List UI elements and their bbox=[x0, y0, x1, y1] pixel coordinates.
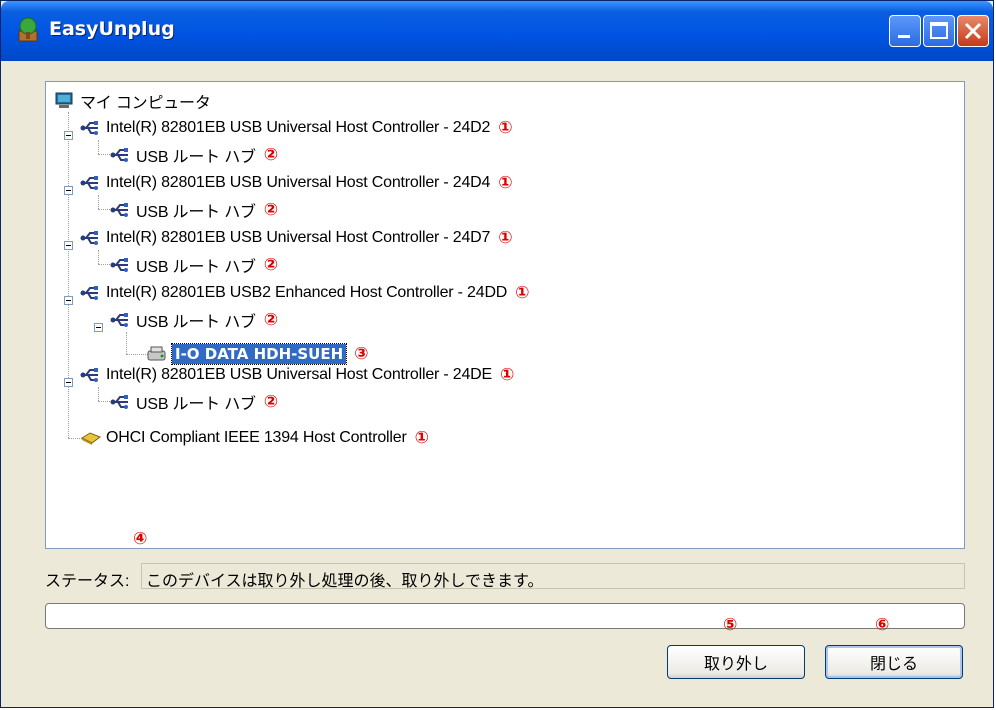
usb-icon bbox=[110, 148, 128, 162]
maximize-button[interactable] bbox=[923, 15, 955, 47]
status-text: このデバイスは取り外し処理の後、取り外しできます。 bbox=[141, 563, 965, 590]
tree-connector bbox=[126, 354, 148, 355]
computer-icon bbox=[55, 92, 73, 108]
tree-item-root-hub[interactable]: USB ルート ハブ ② bbox=[110, 389, 278, 415]
remove-button[interactable]: 取り外し bbox=[667, 645, 805, 679]
tree-item-root-hub[interactable]: USB ルート ハブ ② bbox=[110, 252, 278, 278]
usb-icon bbox=[80, 286, 98, 300]
callout-marker: ② bbox=[263, 392, 279, 412]
window-title: EasyUnplug bbox=[49, 18, 175, 40]
title-bar[interactable]: EasyUnplug bbox=[1, 1, 993, 61]
collapse-toggle[interactable] bbox=[64, 186, 73, 195]
close-icon bbox=[964, 22, 982, 40]
tree-item-label: マイ コンピュータ bbox=[80, 95, 211, 112]
usb-icon bbox=[110, 313, 128, 327]
callout-marker: ② bbox=[263, 200, 279, 220]
tree-item-host-controller[interactable]: Intel(R) 82801EB USB Universal Host Cont… bbox=[80, 362, 514, 388]
callout-marker: ③ bbox=[354, 344, 369, 364]
tree-item-root-hub[interactable]: USB ルート ハブ ② bbox=[110, 142, 278, 168]
usb-icon bbox=[110, 258, 128, 272]
device-tree[interactable]: マイ コンピュータ Intel(R) 82801EB USB Universal… bbox=[45, 81, 965, 549]
collapse-toggle[interactable] bbox=[94, 323, 103, 332]
tree-item-label: I-O DATA HDH-SUEH bbox=[170, 343, 348, 365]
callout-marker: ① bbox=[498, 118, 513, 138]
collapse-toggle[interactable] bbox=[64, 131, 73, 140]
callout-marker: ⑥ bbox=[875, 615, 890, 635]
easyunplug-window: EasyUnplug マイ コンピュータ Intel(R) 82801EB US… bbox=[0, 0, 994, 708]
tree-item-label: Intel(R) 82801EB USB Universal Host Cont… bbox=[106, 174, 491, 191]
tree-item-host-controller[interactable]: Intel(R) 82801EB USB Universal Host Cont… bbox=[80, 170, 513, 196]
callout-marker: ② bbox=[263, 255, 279, 275]
maximize-icon bbox=[930, 22, 948, 39]
usb-icon bbox=[80, 121, 98, 135]
remove-button-label: 取り外し bbox=[703, 656, 768, 673]
callout-marker: ① bbox=[414, 428, 429, 448]
tree-item-root-hub[interactable]: USB ルート ハブ ② bbox=[110, 307, 278, 333]
tree-item-label: USB ルート ハブ bbox=[136, 396, 256, 413]
tree-item-host-controller[interactable]: Intel(R) 82801EB USB Universal Host Cont… bbox=[80, 225, 513, 251]
usb-icon bbox=[110, 395, 128, 409]
callout-marker: ① bbox=[515, 283, 530, 303]
tree-root-my-computer[interactable]: マイ コンピュータ bbox=[54, 88, 211, 114]
close-button-label: 閉じる bbox=[869, 656, 918, 673]
tree-item-label: Intel(R) 82801EB USB Universal Host Cont… bbox=[106, 119, 491, 136]
close-window-button[interactable] bbox=[957, 15, 989, 47]
tree-item-label: USB ルート ハブ bbox=[136, 204, 256, 221]
collapse-toggle[interactable] bbox=[64, 296, 73, 305]
usb-icon bbox=[110, 203, 128, 217]
tree-connector bbox=[98, 140, 99, 154]
callout-marker: ① bbox=[498, 173, 513, 193]
tree-connector bbox=[98, 195, 99, 209]
callout-marker: ⑤ bbox=[723, 615, 738, 635]
collapse-toggle[interactable] bbox=[64, 378, 73, 387]
tree-item-host-controller[interactable]: Intel(R) 82801EB USB Universal Host Cont… bbox=[80, 115, 513, 141]
tree-item-host-controller[interactable]: Intel(R) 82801EB USB2 Enhanced Host Cont… bbox=[80, 280, 530, 306]
usb-icon bbox=[80, 368, 98, 382]
callout-marker: ④ bbox=[133, 529, 148, 549]
usb-icon bbox=[80, 231, 98, 245]
minimize-icon bbox=[898, 35, 910, 38]
tree-item-label: Intel(R) 82801EB USB2 Enhanced Host Cont… bbox=[106, 284, 508, 301]
callout-marker: ② bbox=[263, 145, 279, 165]
tree-item-root-hub[interactable]: USB ルート ハブ ② bbox=[110, 197, 278, 223]
callout-marker: ② bbox=[263, 310, 279, 330]
tree-item-label: OHCI Compliant IEEE 1394 Host Controller bbox=[106, 429, 407, 446]
status-label: ステータス: bbox=[45, 573, 130, 590]
close-button[interactable]: 閉じる bbox=[825, 645, 963, 679]
drive-icon bbox=[147, 346, 166, 361]
tree-item-label: Intel(R) 82801EB USB Universal Host Cont… bbox=[106, 229, 491, 246]
tree-connector bbox=[126, 332, 127, 354]
tree-item-label: Intel(R) 82801EB USB Universal Host Cont… bbox=[106, 366, 493, 383]
minimize-button[interactable] bbox=[889, 15, 921, 47]
tree-item-label: USB ルート ハブ bbox=[136, 149, 256, 166]
tree-item-ieee1394-controller[interactable]: OHCI Compliant IEEE 1394 Host Controller… bbox=[80, 425, 429, 451]
tree-item-label: USB ルート ハブ bbox=[136, 259, 256, 276]
tree-item-label: USB ルート ハブ bbox=[136, 314, 256, 331]
usb-icon bbox=[80, 176, 98, 190]
collapse-toggle[interactable] bbox=[64, 241, 73, 250]
callout-marker: ① bbox=[500, 365, 515, 385]
tree-connector bbox=[98, 250, 99, 264]
tree-connector bbox=[68, 112, 69, 438]
app-tree-icon bbox=[18, 17, 38, 42]
progress-bar bbox=[45, 603, 965, 629]
tree-connector bbox=[98, 387, 99, 401]
callout-marker: ① bbox=[498, 228, 513, 248]
ieee1394-icon bbox=[80, 432, 102, 445]
